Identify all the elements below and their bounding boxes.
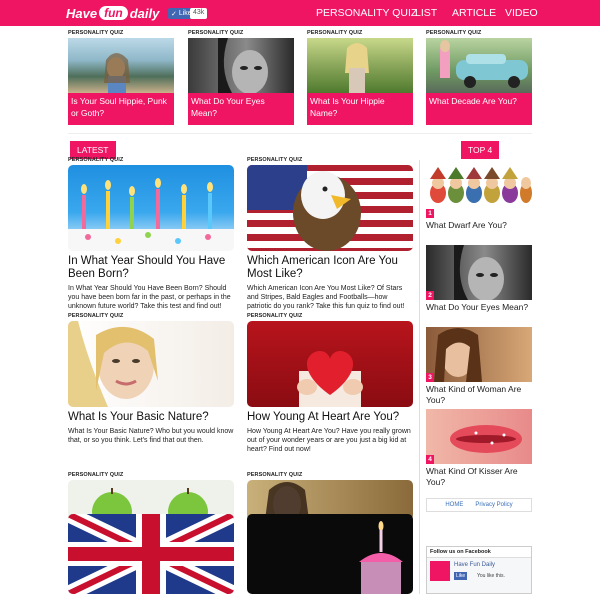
- article-title[interactable]: Which American Icon Are You Most Like?: [247, 255, 413, 281]
- article-title[interactable]: In What Year Should You Have Been Born?: [68, 255, 234, 281]
- site-logo[interactable]: Have fun daily: [66, 3, 159, 23]
- quiz-title[interactable]: Is Your Soul Hippie, Punk or Goth?: [68, 93, 174, 125]
- article-card[interactable]: PERSONALITY QUIZ In What Year Should You…: [68, 157, 234, 311]
- category-label: PERSONALITY QUIZ: [68, 30, 124, 36]
- nav-list[interactable]: LIST: [415, 0, 437, 26]
- top-item-image[interactable]: 2: [426, 245, 532, 301]
- article-card[interactable]: [247, 514, 413, 594]
- rank-badge: 4: [426, 455, 434, 464]
- quiz-card[interactable]: PERSONALITY QUIZ Is Your Soul Hippie, Pu…: [68, 30, 174, 125]
- quiz-thumbnail[interactable]: [426, 38, 532, 93]
- quiz-thumbnail[interactable]: [68, 38, 174, 93]
- article-card[interactable]: [68, 514, 234, 594]
- logo-text-fun: fun: [99, 6, 128, 20]
- top-item-title[interactable]: What Kind of Woman Are You?: [426, 384, 532, 406]
- quiz-card[interactable]: PERSONALITY QUIZ What Is Your Hippie Nam…: [307, 30, 413, 125]
- article-description: In What Year Should You Have Been Born? …: [68, 285, 231, 310]
- nav-label: ARTICLE: [452, 7, 497, 19]
- top-item[interactable]: 2 What Do Your Eyes Mean?: [426, 245, 532, 313]
- sidebar-divider: [419, 160, 420, 594]
- category-label: PERSONALITY QUIZ: [68, 313, 124, 319]
- top4-tag: TOP 4: [461, 141, 500, 159]
- quiz-title[interactable]: What Decade Are You?: [426, 93, 532, 125]
- category-label: PERSONALITY QUIZ: [426, 30, 482, 36]
- footer-privacy-link[interactable]: Privacy Policy: [475, 502, 512, 508]
- logo-text-have: Have: [66, 5, 98, 21]
- rank-badge: 3: [426, 373, 434, 382]
- quiz-thumbnail[interactable]: [188, 38, 294, 94]
- top-item[interactable]: 4 What Kind Of Kisser Are You?: [426, 409, 532, 488]
- facebook-like-text: You like this.: [477, 573, 505, 579]
- quiz-card[interactable]: PERSONALITY QUIZ What Do Your Eyes Mean?: [188, 30, 294, 125]
- nav-personality-quiz[interactable]: PERSONALITY QUIZ: [316, 0, 417, 26]
- facebook-like-button[interactable]: Like: [454, 572, 468, 580]
- article-image[interactable]: [68, 514, 234, 594]
- article-description: Which American Icon Are You Most Like? O…: [247, 285, 405, 310]
- article-title[interactable]: What Is Your Basic Nature?: [68, 411, 234, 424]
- category-label: PERSONALITY QUIZ: [68, 472, 124, 478]
- article-image[interactable]: [247, 514, 413, 594]
- article-card[interactable]: PERSONALITY QUIZ Which American Icon Are…: [247, 157, 413, 311]
- category-label: PERSONALITY QUIZ: [68, 157, 124, 163]
- article-image[interactable]: [247, 321, 413, 407]
- nav-video[interactable]: VIDEO: [505, 0, 538, 26]
- rank-badge: 2: [426, 291, 434, 300]
- top-item-image[interactable]: 1: [426, 163, 532, 218]
- top-item[interactable]: 1 What Dwarf Are You?: [426, 163, 532, 231]
- nav-article[interactable]: ARTICLE: [452, 0, 496, 26]
- footer-links: HOME Privacy Policy: [426, 498, 532, 512]
- facebook-page-name[interactable]: Have Fun Daily: [454, 562, 495, 568]
- quiz-card[interactable]: PERSONALITY QUIZ What Decade Are You?: [426, 30, 532, 125]
- nav-label: LIST: [415, 7, 438, 19]
- article-description: How Young At Heart Are You? Have you rea…: [247, 428, 411, 453]
- top-item-title[interactable]: What Do Your Eyes Mean?: [426, 302, 532, 313]
- article-card[interactable]: PERSONALITY QUIZ: [68, 472, 234, 520]
- article-card[interactable]: PERSONALITY QUIZ How Young At Heart Are …: [247, 313, 413, 454]
- facebook-widget: Follow us on Facebook Have Fun Daily Lik…: [426, 546, 532, 594]
- section-divider: [68, 133, 532, 134]
- article-image[interactable]: [247, 165, 413, 251]
- category-label: PERSONALITY QUIZ: [247, 472, 303, 478]
- top-item-title[interactable]: What Dwarf Are You?: [426, 220, 532, 231]
- top-item-image[interactable]: 3: [426, 327, 532, 382]
- article-title[interactable]: How Young At Heart Are You?: [247, 411, 413, 424]
- article-description: What Is Your Basic Nature? Who but you w…: [68, 428, 234, 444]
- quiz-title[interactable]: What Is Your Hippie Name?: [307, 93, 413, 125]
- category-label: PERSONALITY QUIZ: [188, 30, 244, 36]
- article-image[interactable]: [68, 321, 234, 407]
- logo-text-daily: daily: [129, 5, 160, 21]
- quiz-thumbnail[interactable]: [307, 38, 413, 93]
- top-item[interactable]: 3 What Kind of Woman Are You?: [426, 327, 532, 406]
- facebook-widget-heading: Follow us on Facebook: [427, 547, 531, 558]
- category-label: PERSONALITY QUIZ: [307, 30, 363, 36]
- like-count: 43k: [190, 8, 208, 19]
- nav-label: PERSONALITY QUIZ: [316, 7, 418, 19]
- footer-home-link[interactable]: HOME: [445, 502, 463, 508]
- category-label: PERSONALITY QUIZ: [247, 313, 303, 319]
- top-item-image[interactable]: 4: [426, 409, 532, 464]
- facebook-page-avatar[interactable]: [430, 561, 450, 581]
- article-image[interactable]: [68, 165, 234, 251]
- article-card[interactable]: PERSONALITY QUIZ What Is Your Basic Natu…: [68, 313, 234, 445]
- thumbs-up-icon: ✓: [171, 10, 177, 18]
- article-card[interactable]: PERSONALITY QUIZ: [247, 472, 413, 520]
- nav-label: VIDEO: [505, 7, 538, 19]
- top-item-title[interactable]: What Kind Of Kisser Are You?: [426, 466, 532, 488]
- rank-badge: 1: [426, 209, 434, 218]
- quiz-title[interactable]: What Do Your Eyes Mean?: [188, 93, 294, 125]
- category-label: PERSONALITY QUIZ: [247, 157, 303, 163]
